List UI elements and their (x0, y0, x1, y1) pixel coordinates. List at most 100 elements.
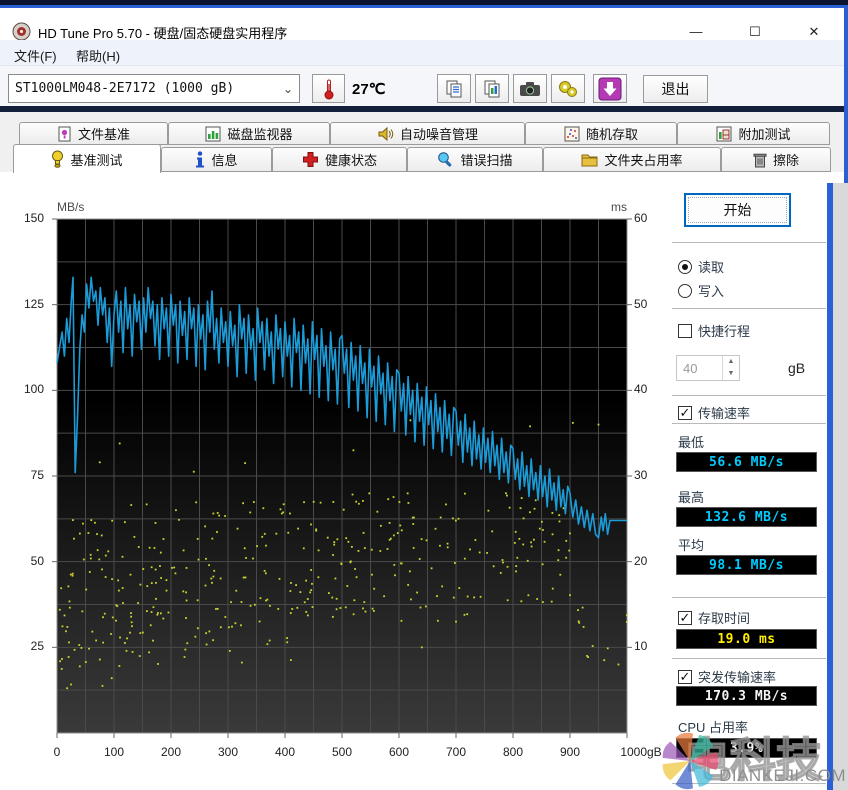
cpu-usage-display: 3.9% (676, 738, 817, 758)
divider (672, 658, 826, 659)
transfer-rate-label: 传输速率 (698, 406, 751, 421)
y-left-tick-50: 50 (30, 553, 44, 568)
temperature-button[interactable] (312, 74, 345, 103)
cpu-usage-label: CPU 占用率 (678, 720, 749, 735)
erase-icon (753, 152, 767, 168)
options-button[interactable] (551, 74, 585, 103)
exit-button[interactable]: 退出 (643, 75, 708, 103)
min-label: 最低 (678, 435, 705, 450)
radio-icon (678, 259, 692, 274)
desktop-strip (833, 183, 848, 790)
x-tick-800: 800 (502, 745, 524, 759)
checkbox-icon: ✓ (678, 668, 692, 684)
y-right-tick-40: 40 (634, 382, 648, 397)
write-radio[interactable]: 写入 (678, 281, 724, 300)
short-stroke-checkbox[interactable]: 快捷行程 (678, 321, 750, 340)
y-right-tick-10: 10 (634, 639, 648, 654)
burst-rate-display: 170.3 MB/s (676, 686, 817, 706)
short-stroke-value: 40 (683, 360, 698, 376)
camera-icon (520, 81, 540, 96)
scroll-graph-button[interactable] (593, 74, 627, 103)
tab-随机存取[interactable]: 随机存取 (525, 122, 677, 145)
read-radio[interactable]: 读取 (678, 257, 724, 276)
y-left-tick-100: 100 (23, 382, 44, 397)
divider (672, 423, 826, 424)
short-stroke-label: 快捷行程 (698, 324, 751, 339)
x-tick-200: 200 (160, 745, 182, 759)
menu-help[interactable]: 帮助(H) (72, 44, 124, 67)
error-scan-icon (437, 151, 454, 168)
tab-信息[interactable]: 信息 (161, 147, 272, 172)
divider (672, 597, 826, 598)
drive-select[interactable]: ST1000LM048-2E7172 (1000 gB) ⌄ (8, 74, 300, 103)
burst-rate-checkbox[interactable]: ✓ 突发传输速率 (678, 667, 776, 686)
divider (672, 783, 826, 784)
window-right-border-top (844, 8, 848, 183)
access-time-label: 存取时间 (698, 611, 751, 626)
menu-file[interactable]: 文件(F) (10, 44, 61, 67)
copy-image-icon (484, 80, 500, 97)
tab-label: 文件基准 (77, 127, 130, 142)
copy-icon (446, 80, 462, 97)
tab-label: 擦除 (772, 153, 799, 168)
tab-自动噪音管理[interactable]: 自动噪音管理 (330, 122, 525, 145)
health-icon (302, 151, 319, 168)
y-left-tick-125: 125 (23, 296, 44, 311)
radio-icon (678, 283, 692, 298)
access-time-checkbox[interactable]: ✓ 存取时间 (678, 608, 750, 627)
gears-icon (559, 80, 577, 97)
app-icon (12, 22, 31, 41)
divider (672, 308, 826, 309)
x-tick-300: 300 (217, 745, 239, 759)
spin-down-icon[interactable]: ▼ (723, 368, 739, 380)
y-right-tick-50: 50 (634, 296, 648, 311)
access-time-display: 19.0 ms (676, 629, 817, 649)
max-label: 最高 (678, 490, 705, 505)
burst-rate-label: 突发传输速率 (698, 670, 777, 685)
drive-select-value: ST1000LM048-2E7172 (1000 gB) (15, 81, 235, 96)
short-stroke-input[interactable]: 40 ▲ ▼ (676, 355, 740, 381)
tab-错误扫描[interactable]: 错误扫描 (407, 147, 543, 172)
tab-擦除[interactable]: 擦除 (721, 147, 831, 172)
tab-健康状态[interactable]: 健康状态 (272, 147, 407, 172)
aam-icon (377, 126, 394, 142)
x-tick-900: 900 (559, 745, 581, 759)
tab-磁盘监视器[interactable]: 磁盘监视器 (168, 122, 330, 145)
screenshot-button[interactable] (513, 74, 547, 103)
file-benchmark-icon (57, 126, 72, 142)
y-left-tick-150: 150 (23, 211, 44, 225)
divider (672, 395, 826, 396)
extra-tests-icon (716, 126, 732, 142)
tab-基准测试[interactable]: 基准测试 (13, 144, 161, 173)
tab-label: 自动噪音管理 (399, 127, 478, 142)
tab-label: 健康状态 (324, 153, 377, 168)
temperature-value: 27℃ (352, 81, 386, 98)
tab-文件夹占用率[interactable]: 文件夹占用率 (543, 147, 721, 172)
x-tick-100: 100 (103, 745, 125, 759)
start-button[interactable]: 开始 (684, 193, 791, 227)
tab-label: 文件夹占用率 (604, 153, 683, 168)
tab-文件基准[interactable]: 文件基准 (19, 122, 168, 145)
checkbox-icon: ✓ (678, 609, 692, 625)
folder-usage-icon (581, 152, 598, 167)
copy-text-button[interactable] (437, 74, 471, 103)
min-value-display: 56.6 MB/s (676, 452, 817, 472)
thermometer-icon (324, 79, 333, 99)
chevron-down-icon: ⌄ (282, 81, 294, 96)
x-tick-400: 400 (274, 745, 296, 759)
y-right-tick-20: 20 (634, 553, 648, 568)
transfer-rate-checkbox[interactable]: ✓ 传输速率 (678, 403, 750, 422)
benchmark-chart (47, 209, 637, 749)
y-left-tick-75: 75 (30, 468, 44, 482)
avg-label: 平均 (678, 538, 705, 553)
y-right-tick-30: 30 (634, 468, 648, 482)
short-stroke-unit: gB (788, 360, 806, 376)
random-access-icon (564, 126, 580, 142)
x-tick-600: 600 (388, 745, 410, 759)
spinner-buttons[interactable]: ▲ ▼ (722, 356, 739, 380)
spin-up-icon[interactable]: ▲ (723, 356, 739, 368)
checkbox-icon (678, 323, 692, 338)
tab-附加测试[interactable]: 附加测试 (677, 122, 830, 145)
copy-image-button[interactable] (475, 74, 509, 103)
read-radio-label: 读取 (698, 260, 725, 275)
